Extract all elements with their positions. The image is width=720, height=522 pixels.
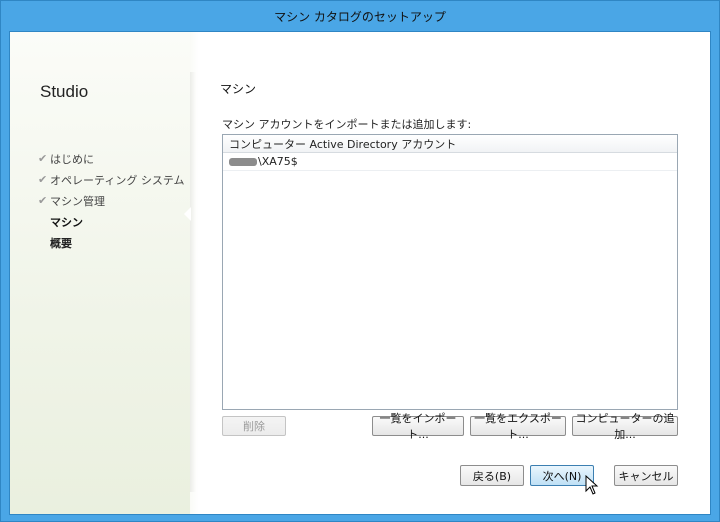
instruction-text: マシン アカウントをインポートまたは追加します: (222, 118, 472, 131)
checkmark-icon: ✔ (38, 173, 48, 186)
active-step-pointer-icon (184, 207, 191, 221)
step-label: 概要 (50, 236, 72, 250)
import-list-button[interactable]: 一覧をインポート... (372, 412, 464, 441)
step-machines: マシン (38, 211, 185, 232)
step-summary: 概要 (38, 232, 185, 253)
checkmark-icon: ✔ (38, 194, 48, 207)
step-machine-management: ✔ マシン管理 (38, 190, 185, 211)
window-title: マシン カタログのセットアップ (274, 9, 446, 24)
step-label: はじめに (50, 152, 94, 166)
cancel-button[interactable]: キャンセル (614, 465, 678, 486)
step-label: オペレーティング システム (50, 173, 185, 187)
brand-label: Studio (40, 82, 89, 101)
add-computer-button[interactable]: コンピューターの追加... (572, 412, 678, 441)
step-introduction: ✔ はじめに (38, 148, 185, 169)
delete-button[interactable]: 削除 (222, 416, 286, 436)
machine-account-name: \XA75$ (258, 155, 298, 168)
redacted-domain (229, 157, 257, 166)
wizard-client-area: Studio ✔ はじめに ✔ オペレーティング システム ✔ マシン管理 マシ… (9, 31, 711, 515)
page-title: マシン (220, 82, 257, 96)
back-button[interactable]: 戻る(B) (460, 465, 524, 486)
list-column-header[interactable]: コンピューター Active Directory アカウント (223, 135, 677, 153)
step-label: マシン管理 (50, 194, 105, 208)
machine-account-list[interactable]: コンピューター Active Directory アカウント \XA75$ (222, 134, 678, 410)
wizard-window: マシン カタログのセットアップ Studio ✔ はじめに ✔ オペレーティング… (0, 0, 720, 522)
step-label: マシン (50, 215, 83, 229)
mouse-cursor-icon (585, 475, 599, 495)
step-operating-system: ✔ オペレーティング システム (38, 169, 185, 190)
sidebar: Studio ✔ はじめに ✔ オペレーティング システム ✔ マシン管理 マシ… (10, 32, 190, 514)
wizard-steps: ✔ はじめに ✔ オペレーティング システム ✔ マシン管理 マシン 概要 (38, 148, 185, 253)
checkmark-icon: ✔ (38, 152, 48, 165)
pane-divider (190, 72, 196, 492)
list-item[interactable]: \XA75$ (223, 153, 677, 171)
export-list-button[interactable]: 一覧をエクスポート... (470, 412, 566, 441)
